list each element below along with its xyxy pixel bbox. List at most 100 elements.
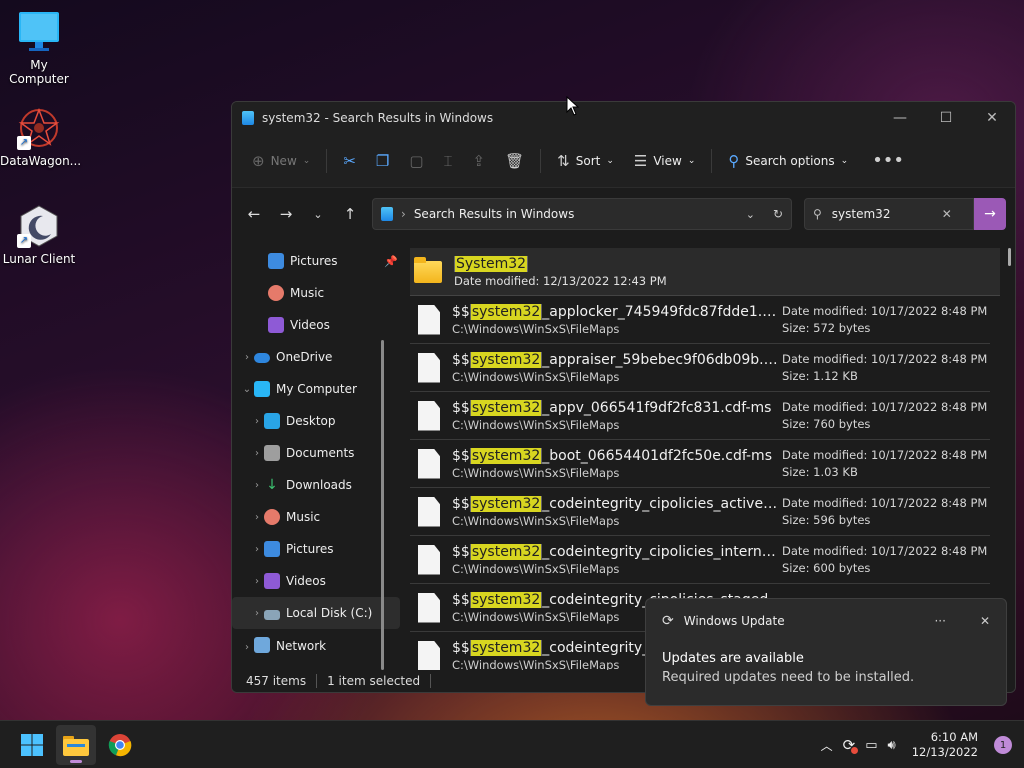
file-name: $$ system32 _appv_066541f9df2fc831.cdf-ms <box>452 399 782 416</box>
clock[interactable]: 6:10 AM 12/13/2022 <box>912 730 978 760</box>
chevron-right-icon[interactable]: › <box>250 512 264 523</box>
chevron-down-icon[interactable]: ⌄ <box>240 384 254 395</box>
result-row-file[interactable]: $$ system32 _appraiser_59bebec9f06db09b.cd… <box>410 344 990 392</box>
result-row-file[interactable]: $$ system32 _boot_06654401df2fc50e.cdf-ms C… <box>410 440 990 488</box>
toast-body: Required updates need to be installed. <box>662 670 915 685</box>
more-options-button[interactable]: ••• <box>862 145 914 177</box>
address-bar[interactable]: › Search Results in Windows ⌄ ↻ <box>372 198 792 230</box>
chevron-down-icon: ⌄ <box>302 155 311 166</box>
sidebar-scrollbar[interactable] <box>381 340 384 670</box>
sidebar-item-pictures-pc[interactable]: › Pictures <box>232 533 404 565</box>
system-tray: ︿ ⟳ ▭ 🔊︎ 6:10 AM 12/13/2022 1 <box>821 721 1012 768</box>
chevron-down-icon: ⌄ <box>313 207 323 221</box>
taskbar-file-explorer[interactable] <box>56 724 96 765</box>
desktop-icon-label: My Computer <box>9 58 69 86</box>
network-status-icon[interactable]: ▭ <box>865 738 877 753</box>
search-options-button[interactable]: ⚲ Search options ⌄ <box>718 145 858 177</box>
cloud-icon <box>254 353 270 363</box>
result-row-file[interactable]: $$ system32 _codeintegrity_cipolicies_acti… <box>410 488 990 536</box>
file-size: Size: 600 bytes <box>782 560 871 575</box>
chevron-right-icon[interactable]: › <box>250 416 264 427</box>
sidebar-item-onedrive[interactable]: › OneDrive <box>232 341 404 373</box>
notification-toast[interactable]: ⟳ Windows Update ··· ✕ Updates are avail… <box>645 598 1007 706</box>
sidebar-item-downloads[interactable]: › ↓ Downloads <box>232 469 404 501</box>
file-date-modified: Date modified: 10/17/2022 8:48 PM <box>782 351 988 366</box>
chevron-right-icon[interactable]: › <box>240 352 254 363</box>
new-button[interactable]: ⊕ New ⌄ <box>242 145 320 177</box>
taskbar-chrome[interactable] <box>100 725 140 765</box>
sort-button[interactable]: ⇅ Sort ⌄ <box>547 145 624 177</box>
chevron-right-icon[interactable]: › <box>240 642 254 653</box>
search-go-button[interactable]: → <box>974 198 1006 230</box>
cut-button[interactable]: ✂ <box>333 145 366 177</box>
search-match-highlight: system32 <box>469 543 543 560</box>
sidebar-item-my-computer[interactable]: ⌄ My Computer <box>232 373 404 405</box>
sidebar-item-pictures[interactable]: Pictures 📌 <box>232 245 404 277</box>
sidebar-item-label: My Computer <box>276 382 357 396</box>
sidebar-item-network[interactable]: › Network <box>232 629 404 653</box>
result-row-folder[interactable]: System32 Date modified: 12/13/2022 12:43… <box>410 248 1000 296</box>
delete-button[interactable]: 🗑 <box>495 145 534 177</box>
chevron-right-icon[interactable]: › <box>250 608 264 619</box>
result-row-file[interactable]: $$ system32 _codeintegrity_cipolicies_inte… <box>410 536 990 584</box>
desktop-icon-datawagon[interactable]: ↗ DataWagon... <box>0 106 81 168</box>
start-button[interactable] <box>12 725 52 765</box>
sidebar-item-videos[interactable]: Videos <box>232 309 404 341</box>
toast-more-button[interactable]: ··· <box>934 614 945 628</box>
title-bar[interactable]: system32 - Search Results in Windows — ☐… <box>232 102 1015 134</box>
forward-button[interactable]: → <box>270 198 302 230</box>
results-scrollbar[interactable] <box>1008 248 1011 266</box>
rename-button[interactable]: ⌶ <box>434 145 463 177</box>
search-input[interactable] <box>831 207 932 221</box>
file-name: $$ system32 _codeintegrity_cipolicies_acti… <box>452 495 782 512</box>
sidebar-item-label: Videos <box>286 574 326 588</box>
chevron-right-icon[interactable]: › <box>250 480 264 491</box>
sidebar-item-videos-pc[interactable]: › Videos <box>232 565 404 597</box>
file-name-prefix: $$ <box>452 639 470 656</box>
show-hidden-icons-button[interactable]: ︿ <box>821 737 833 754</box>
copy-button[interactable]: ❐ <box>366 145 399 177</box>
address-dropdown-icon[interactable]: ⌄ <box>746 208 755 221</box>
chevron-right-icon[interactable]: › <box>250 576 264 587</box>
maximize-button[interactable]: ☐ <box>923 102 969 134</box>
recent-locations-button[interactable]: ⌄ <box>302 198 334 230</box>
file-name-suffix: _codeintegrity_cipolicies_active_2... <box>542 495 782 512</box>
chevron-right-icon[interactable]: › <box>250 544 264 555</box>
refresh-icon[interactable]: ↻ <box>773 207 783 221</box>
volume-icon[interactable]: 🔊︎ <box>888 738 896 753</box>
file-name-suffix: _applocker_745949fdc87fdde1.cd... <box>542 303 782 320</box>
share-button[interactable]: ⇪ <box>463 145 496 177</box>
back-button[interactable]: ← <box>238 198 270 230</box>
chevron-right-icon[interactable]: › <box>250 448 264 459</box>
sidebar-item-music-pc[interactable]: › Music <box>232 501 404 533</box>
file-path: C:\Windows\WinSxS\FileMaps <box>452 561 620 576</box>
view-button[interactable]: ☰ View ⌄ <box>624 145 705 177</box>
chevron-down-icon: ⌄ <box>840 155 849 166</box>
file-date-modified: Date modified: 10/17/2022 8:48 PM <box>782 543 988 558</box>
minimize-button[interactable]: — <box>877 102 923 134</box>
desktop-icon-my-computer[interactable]: My Computer <box>0 10 78 86</box>
sidebar-item-music[interactable]: Music <box>232 277 404 309</box>
close-button[interactable]: ✕ <box>969 102 1015 134</box>
sidebar-item-local-disk[interactable]: › Local Disk (C:) <box>232 597 400 629</box>
result-row-file[interactable]: $$ system32 _appv_066541f9df2fc831.cdf-ms C… <box>410 392 990 440</box>
list-view-icon: ☰ <box>633 151 648 170</box>
sidebar-item-desktop[interactable]: › Desktop <box>232 405 404 437</box>
clear-search-icon[interactable]: ✕ <box>942 207 952 221</box>
sidebar-item-documents[interactable]: › Documents <box>232 437 404 469</box>
search-results-icon <box>381 207 393 221</box>
up-button[interactable]: ↑ <box>334 198 366 230</box>
file-name-prefix: $$ <box>452 399 470 416</box>
toast-close-button[interactable]: ✕ <box>980 614 990 628</box>
result-row-file[interactable]: $$ system32 _applocker_745949fdc87fdde1.cd… <box>410 296 990 344</box>
search-box[interactable]: ⚲ ✕ <box>804 198 974 230</box>
paste-button[interactable]: ▢ <box>399 145 433 177</box>
notification-badge[interactable]: 1 <box>994 736 1012 754</box>
desktop-icon-lunar-client[interactable]: ↗ Lunar Client <box>0 204 78 266</box>
file-size: Size: 760 bytes <box>782 416 871 431</box>
videos-icon <box>264 573 280 589</box>
file-size: Size: 1.03 KB <box>782 464 858 479</box>
file-icon <box>418 400 440 431</box>
folder-icon <box>414 256 442 283</box>
update-pending-icon[interactable]: ⟳ <box>843 736 859 754</box>
